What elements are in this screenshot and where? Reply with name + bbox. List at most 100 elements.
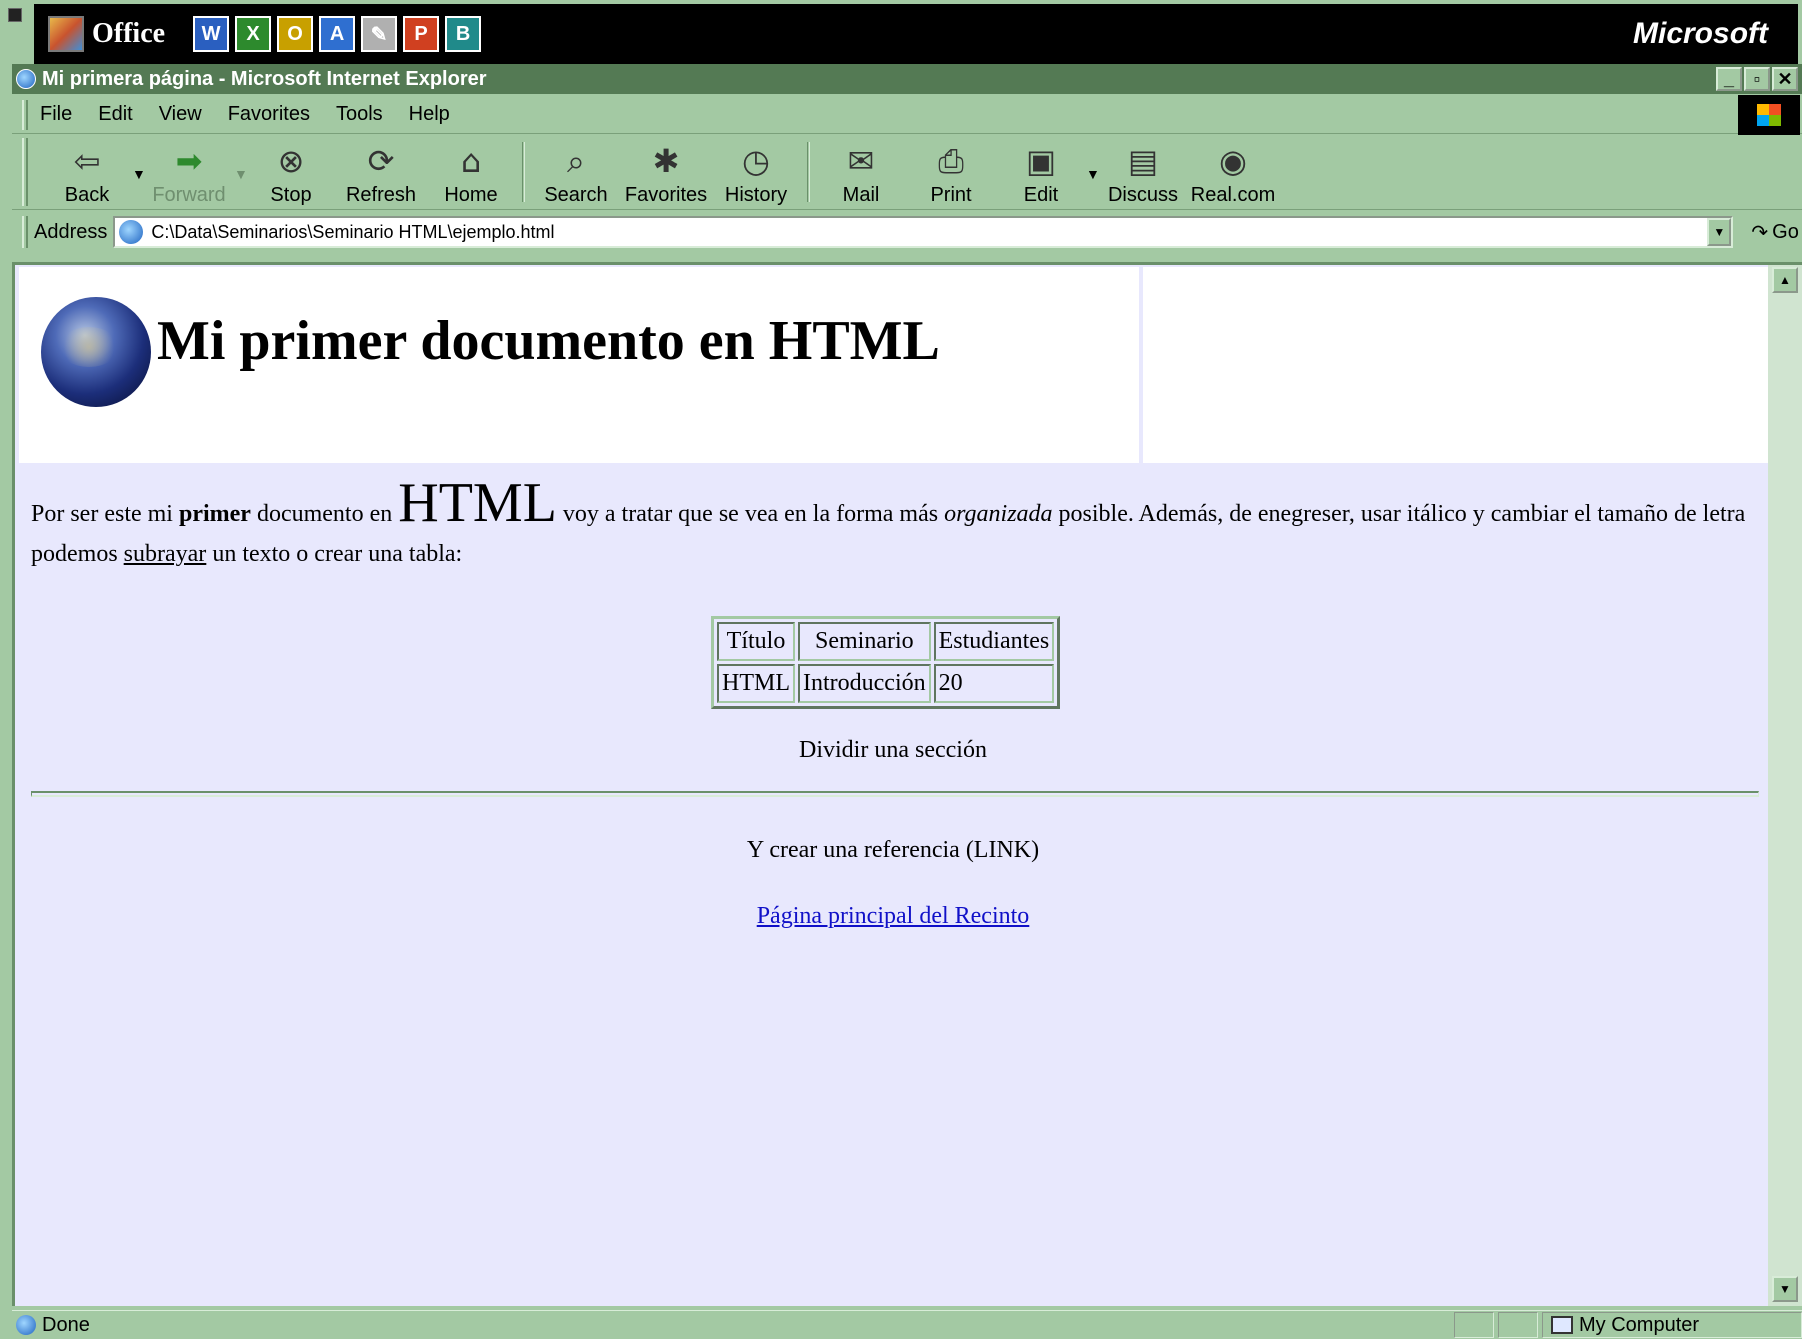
section-label: Dividir una sección: [799, 737, 987, 763]
go-arrow-icon: ↷: [1751, 221, 1769, 244]
office-bar-grip[interactable]: [4, 4, 34, 64]
table-header-row: Título Seminario Estudiantes: [717, 622, 1055, 661]
home-button[interactable]: ⌂ Home: [426, 136, 516, 207]
go-button[interactable]: ↷ Go: [1751, 220, 1798, 245]
seminar-table: Título Seminario Estudiantes HTML Introd…: [711, 616, 1061, 709]
search-label: Search: [544, 184, 608, 206]
edit-dropdown-icon[interactable]: ▼: [1086, 166, 1100, 182]
window-title-bar: Mi primera página - Microsoft Internet E…: [12, 64, 1802, 94]
table-cell: Introducción: [798, 664, 931, 703]
toolbar-grip[interactable]: [22, 138, 28, 206]
address-bar-grip[interactable]: [22, 216, 28, 248]
table-header-cell: Seminario: [798, 622, 931, 661]
status-bar: Done My Computer: [12, 1310, 1802, 1339]
favorites-label: Favorites: [624, 184, 708, 206]
history-icon: ◷: [742, 142, 770, 180]
history-button[interactable]: ◷ History: [711, 136, 801, 207]
address-bar: Address C:\Data\Seminarios\Seminario HTM…: [12, 212, 1802, 252]
discuss-label: Discuss: [1107, 184, 1178, 206]
menu-favorites[interactable]: Favorites: [228, 103, 310, 126]
favorites-button[interactable]: ✱ Favorites: [621, 136, 711, 207]
restore-button[interactable]: ▫: [1744, 67, 1770, 91]
realcom-button[interactable]: ◉ Real.com: [1188, 136, 1278, 207]
notes-icon[interactable]: ✎: [361, 16, 398, 52]
print-button[interactable]: ⎙ Print: [906, 136, 996, 207]
word-edit-icon: ▣: [1025, 142, 1057, 180]
refresh-icon: ⟳: [367, 142, 395, 180]
status-panel: [1498, 1312, 1538, 1338]
excel-icon[interactable]: X: [235, 16, 272, 52]
scroll-up-arrow-icon[interactable]: ▲: [1772, 267, 1798, 293]
menu-file[interactable]: File: [40, 103, 72, 126]
menu-edit[interactable]: Edit: [98, 103, 132, 126]
toolbar-separator: [522, 142, 525, 202]
back-arrow-icon: ⇦: [73, 142, 101, 180]
ie-icon[interactable]: [16, 69, 36, 89]
table-row: HTML Introducción 20: [717, 664, 1055, 703]
table-header-cell: Título: [717, 622, 795, 661]
discuss-button[interactable]: ▤ Discuss: [1098, 136, 1188, 207]
zone-label: My Computer: [1579, 1313, 1700, 1336]
search-icon: ⌕: [567, 142, 585, 180]
forward-dropdown-icon[interactable]: ▼: [234, 166, 248, 182]
realcom-label: Real.com: [1190, 184, 1276, 206]
back-dropdown-icon[interactable]: ▼: [132, 166, 146, 182]
home-label: Home: [444, 184, 498, 206]
forward-button[interactable]: ➡ Forward: [144, 136, 234, 207]
minimize-button[interactable]: _: [1716, 67, 1742, 91]
menu-help[interactable]: Help: [409, 103, 450, 126]
outlook-icon[interactable]: O: [277, 16, 314, 52]
forward-arrow-icon: ➡: [175, 142, 203, 180]
search-button[interactable]: ⌕ Search: [531, 136, 621, 207]
page-content: Mi primer documento en HTML Por ser este…: [12, 262, 1771, 1306]
office-label: Office: [92, 18, 166, 49]
edit-button[interactable]: ▣ Edit: [996, 136, 1086, 207]
access-icon[interactable]: A: [319, 16, 356, 52]
status-text: Done: [42, 1313, 90, 1336]
back-button[interactable]: ⇦ Back: [42, 136, 132, 207]
powerpoint-icon[interactable]: P: [403, 16, 440, 52]
office-app-icons: W X O A ✎ P B: [193, 16, 482, 52]
my-computer-icon: [1551, 1316, 1573, 1334]
stop-label: Stop: [270, 184, 312, 206]
recinto-link[interactable]: Página principal del Recinto: [757, 903, 1030, 929]
publisher-icon[interactable]: B: [445, 16, 482, 52]
close-button[interactable]: ✕: [1772, 67, 1798, 91]
address-input[interactable]: C:\Data\Seminarios\Seminario HTML\ejempl…: [113, 216, 1734, 248]
go-label: Go: [1772, 220, 1799, 243]
menu-tools[interactable]: Tools: [336, 103, 383, 126]
standard-toolbar: ⇦ Back ▼ ➡ Forward ▼ ⊗ Stop ⟳ Refresh ⌂ …: [12, 136, 1802, 210]
header-divider: [1139, 267, 1143, 463]
table-header-cell: Estudiantes: [933, 622, 1055, 661]
scroll-down-arrow-icon[interactable]: ▼: [1772, 1276, 1798, 1302]
table-cell: 20: [933, 664, 1055, 703]
print-icon: ⎙: [938, 142, 964, 180]
stop-button[interactable]: ⊗ Stop: [246, 136, 336, 207]
globe-image: [41, 297, 151, 407]
para-text: documento en: [250, 501, 399, 527]
menu-bar-grip[interactable]: [22, 99, 28, 130]
para-text: Por ser este mi: [31, 501, 179, 527]
window-title: Mi primera página - Microsoft Internet E…: [42, 67, 487, 90]
edit-label: Edit: [1023, 184, 1059, 206]
para-underlined-text: subrayar: [123, 541, 207, 567]
status-panel: [1454, 1312, 1494, 1338]
para-bold-text: primer: [178, 501, 251, 527]
page-done-icon: [16, 1315, 36, 1335]
word-icon[interactable]: W: [193, 16, 230, 52]
menu-view[interactable]: View: [159, 103, 202, 126]
mail-button[interactable]: ✉ Mail: [816, 136, 906, 207]
table-cell: HTML: [717, 664, 795, 703]
address-dropdown-button[interactable]: ▼: [1707, 218, 1732, 246]
vertical-scrollbar[interactable]: ▲ ▼: [1768, 262, 1802, 1306]
print-label: Print: [930, 184, 972, 206]
mail-label: Mail: [842, 184, 880, 206]
security-zone: My Computer: [1542, 1312, 1802, 1338]
office-menu-icon[interactable]: [8, 8, 22, 22]
refresh-button[interactable]: ⟳ Refresh: [336, 136, 426, 207]
office-button[interactable]: Office: [48, 16, 165, 52]
refresh-label: Refresh: [345, 184, 417, 206]
horizontal-rule: [31, 791, 1759, 797]
window-controls: _ ▫ ✕: [1716, 67, 1798, 91]
stop-icon: ⊗: [277, 142, 305, 180]
